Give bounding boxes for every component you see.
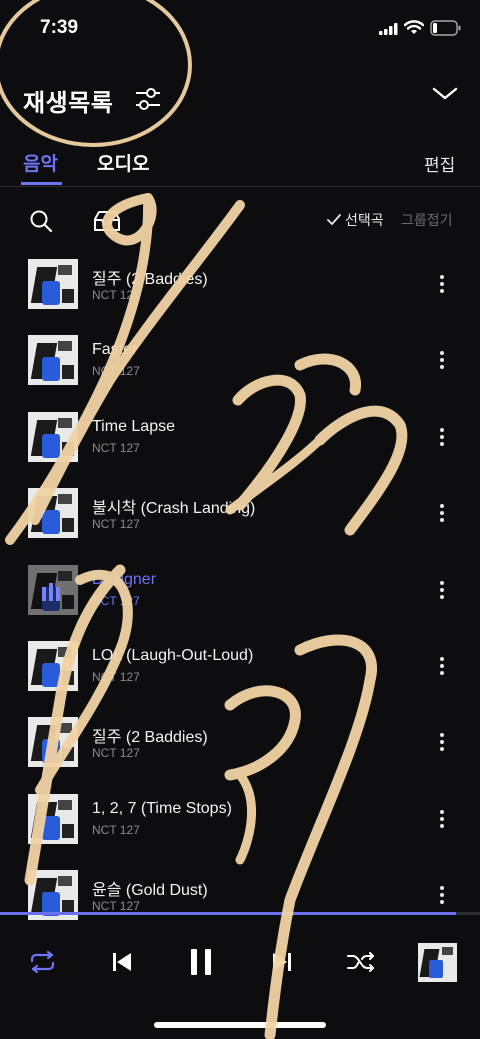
list-item[interactable]: 질주 (2 Baddies) NCT 127 <box>0 717 480 793</box>
select-label: 선택곡 <box>345 212 384 228</box>
album-art <box>28 259 78 309</box>
signal-icon <box>379 23 398 35</box>
more-options-icon[interactable] <box>436 351 448 373</box>
track-artist: NCT 127 <box>92 670 140 684</box>
album-art <box>28 717 78 768</box>
pause-icon[interactable] <box>190 948 212 976</box>
track-artist: NCT 127 <box>92 440 140 455</box>
list-item[interactable]: Designer NCT 127 <box>0 564 480 641</box>
previous-icon[interactable] <box>112 952 132 972</box>
track-title: Time Lapse <box>92 417 175 435</box>
home-indicator[interactable] <box>154 1022 326 1028</box>
track-title: 불시착 (Crash Landing) <box>92 500 256 518</box>
track-artist: NCT 127 <box>92 517 140 532</box>
tab-music[interactable]: 음악 <box>23 149 58 176</box>
album-art <box>28 488 78 539</box>
more-options-icon[interactable] <box>436 504 448 526</box>
more-options-icon[interactable] <box>436 809 448 832</box>
track-artist: NCT 127 <box>92 822 140 837</box>
progress-fill <box>0 912 456 915</box>
track-title: 질주 (2 Baddies) <box>92 729 208 747</box>
track-artist: NCT 127 <box>92 364 140 379</box>
more-options-icon[interactable] <box>436 427 448 450</box>
album-art <box>28 793 78 844</box>
inbox-icon[interactable] <box>93 209 121 233</box>
shuffle-icon[interactable] <box>347 952 375 972</box>
divider <box>0 186 480 187</box>
repeat-icon[interactable] <box>29 951 56 973</box>
track-title: 1, 2, 7 (Time Stops) <box>92 799 232 817</box>
tab-audio[interactable]: 오디오 <box>97 149 149 176</box>
battery-icon <box>430 20 461 36</box>
more-options-icon[interactable] <box>436 580 448 603</box>
track-artist: NCT 127 <box>92 288 140 302</box>
next-icon[interactable] <box>272 952 292 972</box>
track-title: Faster <box>92 341 138 359</box>
track-title: Designer <box>92 570 157 588</box>
list-item[interactable]: 불시착 (Crash Landing) NCT 127 <box>0 488 480 564</box>
status-bar: 7:39 <box>0 0 480 56</box>
track-title: 질주 (2 Baddies) <box>92 271 208 288</box>
equalizer-icon <box>42 582 64 601</box>
list-item[interactable]: 질주 (2 Baddies) NCT 127 <box>0 259 480 335</box>
more-options-icon[interactable] <box>436 733 448 755</box>
now-playing-album-art[interactable] <box>418 943 457 982</box>
track-title: 윤슬 (Gold Dust) <box>92 882 208 900</box>
list-item[interactable]: Time Lapse NCT 127 <box>0 411 480 488</box>
status-time: 7:39 <box>40 17 79 38</box>
album-art <box>28 335 78 386</box>
chevron-down-icon[interactable] <box>432 86 458 102</box>
list-item[interactable]: 윤슬 (Gold Dust) NCT 127 <box>0 870 480 946</box>
active-tab-indicator <box>21 182 62 185</box>
track-artist: NCT 127 <box>92 746 140 761</box>
sliders-icon[interactable] <box>134 86 162 112</box>
list-item[interactable]: LOL (Laugh-Out-Loud) NCT 127 <box>0 641 480 717</box>
album-art <box>28 411 78 462</box>
wifi-icon <box>404 20 424 34</box>
page-title: 재생목록 <box>23 90 114 117</box>
check-icon <box>327 214 341 225</box>
playback-progress[interactable] <box>0 912 480 915</box>
list-item[interactable]: 1, 2, 7 (Time Stops) NCT 127 <box>0 793 480 870</box>
more-options-icon[interactable] <box>436 886 448 908</box>
album-art <box>28 641 78 691</box>
more-options-icon[interactable] <box>436 657 448 679</box>
track-artist: NCT 127 <box>92 593 140 608</box>
track-title: LOL (Laugh-Out-Loud) <box>92 647 254 664</box>
collapse-groups-button[interactable]: 그룹접기 <box>401 210 453 230</box>
edit-button[interactable]: 편집 <box>424 151 455 176</box>
search-icon[interactable] <box>29 209 53 233</box>
list-item[interactable]: Faster NCT 127 <box>0 335 480 411</box>
select-tracks-button[interactable]: 선택곡 <box>327 210 384 230</box>
more-options-icon[interactable] <box>436 275 448 297</box>
